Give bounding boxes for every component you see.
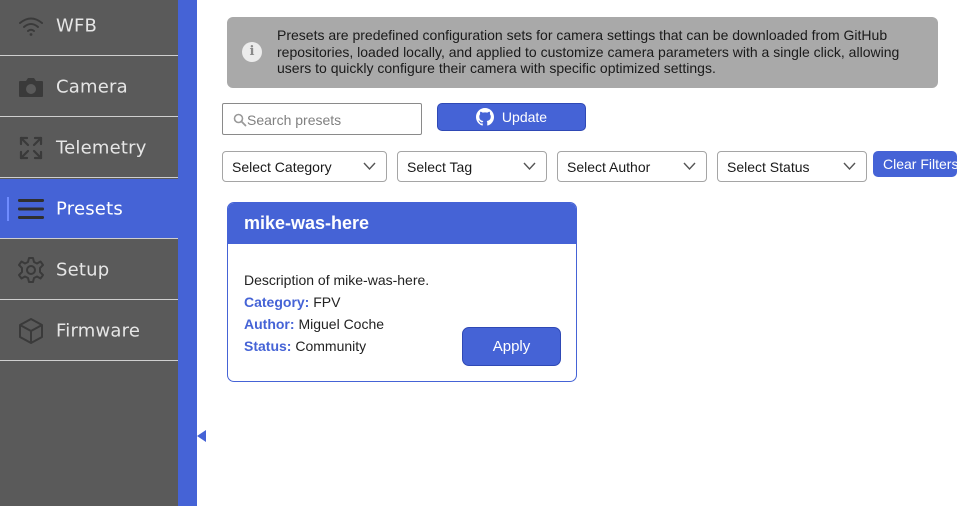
preset-author-value: Miguel Coche <box>298 316 385 332</box>
sidebar-item-label: Firmware <box>56 320 141 341</box>
camera-icon <box>16 72 46 102</box>
sidebar-item-label: Camera <box>56 76 128 97</box>
sidebar: WFB Camera Telemetry Presets Setup Firmw… <box>0 0 178 506</box>
tag-select-value: Select Tag <box>407 159 473 175</box>
wifi-icon <box>16 11 46 41</box>
search-box <box>222 103 422 135</box>
app-root: WFB Camera Telemetry Presets Setup Firmw… <box>0 0 957 506</box>
sidebar-item-firmware[interactable]: Firmware <box>0 301 178 361</box>
chevron-down-icon <box>363 162 376 171</box>
update-button-label: Update <box>501 109 548 125</box>
preset-title: mike-was-here <box>244 213 370 233</box>
author-select-value: Select Author <box>567 159 651 175</box>
preset-description: Description of mike-was-here. <box>244 272 430 288</box>
github-icon <box>475 108 494 126</box>
sidebar-item-setup[interactable]: Setup <box>0 240 178 300</box>
search-input[interactable] <box>247 109 417 131</box>
sidebar-item-label: Setup <box>56 259 110 280</box>
sidebar-item-wfb[interactable]: WFB <box>0 0 178 56</box>
search-icon <box>233 113 247 127</box>
update-button[interactable]: Update <box>437 103 586 131</box>
menu-lines-icon <box>16 194 46 224</box>
info-icon: i <box>242 42 262 62</box>
sidebar-item-camera[interactable]: Camera <box>0 57 178 117</box>
preset-author-key: Author: <box>244 316 295 332</box>
sidebar-item-presets[interactable]: Presets <box>0 179 178 239</box>
preset-author-row: Author: Miguel Coche <box>244 316 384 332</box>
expand-arrows-icon <box>16 133 46 163</box>
preset-category-value: FPV <box>313 294 341 310</box>
collapse-sidebar-handle[interactable] <box>196 428 208 442</box>
category-select[interactable]: Select Category <box>222 151 387 182</box>
preset-category-key: Category: <box>244 294 310 310</box>
clear-filters-button[interactable]: Clear Filters <box>873 151 957 177</box>
preset-category-row: Category: FPV <box>244 294 340 310</box>
sidebar-item-telemetry[interactable]: Telemetry <box>0 118 178 178</box>
category-select-value: Select Category <box>232 159 332 175</box>
sidebar-rail <box>178 0 197 506</box>
author-select[interactable]: Select Author <box>557 151 707 182</box>
chevron-down-icon <box>683 162 696 171</box>
info-banner: i Presets are predefined configuration s… <box>227 17 938 88</box>
chevron-down-icon <box>523 162 536 171</box>
preset-status-row: Status: Community <box>244 338 366 354</box>
preset-card: mike-was-here Description of mike-was-he… <box>227 202 577 382</box>
active-indicator <box>7 197 9 221</box>
sidebar-item-label: Presets <box>56 198 123 219</box>
preset-status-value: Community <box>295 338 367 354</box>
info-text: Presets are predefined configuration set… <box>277 27 900 76</box>
triangle-left-icon <box>197 430 206 442</box>
preset-card-header: mike-was-here <box>228 203 576 244</box>
sidebar-item-label: WFB <box>56 15 98 36</box>
status-select[interactable]: Select Status <box>717 151 867 182</box>
preset-status-key: Status: <box>244 338 292 354</box>
gear-icon <box>16 255 46 285</box>
sidebar-item-label: Telemetry <box>56 137 147 158</box>
status-select-value: Select Status <box>727 159 810 175</box>
chevron-down-icon <box>843 162 856 171</box>
cube-icon <box>16 316 46 346</box>
apply-button[interactable]: Apply <box>462 327 561 366</box>
tag-select[interactable]: Select Tag <box>397 151 547 182</box>
